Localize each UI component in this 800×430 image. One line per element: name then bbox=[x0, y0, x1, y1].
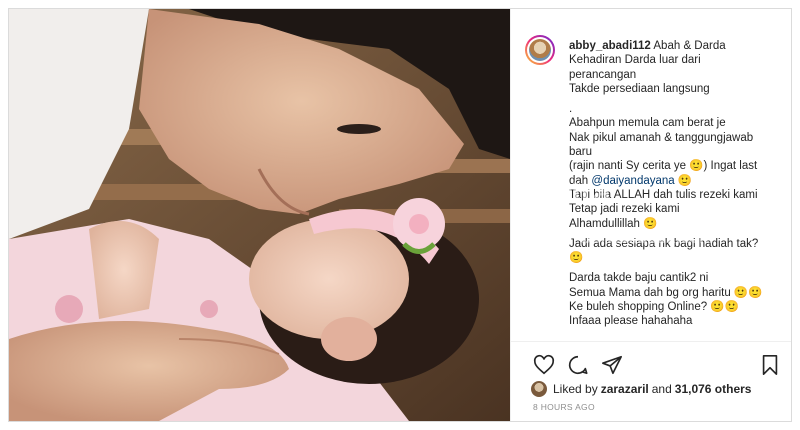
likes-count[interactable]: 31,076 others bbox=[675, 382, 752, 396]
watermark-url: beritakopak.com bbox=[581, 231, 714, 247]
caption-line: Kehadiran Darda luar dari bbox=[569, 54, 701, 67]
post-sidebar: abby_abadi112 Abah & Darda Kehadiran Dar… bbox=[510, 9, 791, 421]
caption-line: Takde persediaan langsung bbox=[569, 82, 710, 95]
user-avatar[interactable] bbox=[525, 35, 555, 65]
share-icon[interactable] bbox=[601, 354, 623, 381]
caption-line: Abah & Darda bbox=[653, 40, 726, 52]
username-link[interactable]: abby_abadi112 bbox=[569, 40, 651, 52]
photo-illustration bbox=[9, 9, 510, 421]
caption-line: baru bbox=[569, 146, 593, 159]
caption-line: . bbox=[569, 103, 573, 116]
caption-line: (rajin nanti Sy cerita ye 🙂) Ingat last bbox=[569, 160, 758, 173]
instagram-post: abby_abadi112 Abah & Darda Kehadiran Dar… bbox=[8, 8, 792, 422]
post-timestamp[interactable]: 8 HOURS AGO bbox=[533, 402, 595, 412]
caption-line: Semua Mama dah bg org haritu 🙂🙂 bbox=[569, 286, 763, 299]
liker-username[interactable]: zarazaril bbox=[601, 382, 649, 396]
post-photo[interactable] bbox=[9, 9, 510, 421]
caption-line: Alhamdullillah 🙂 bbox=[569, 217, 658, 230]
liker-avatar[interactable] bbox=[531, 381, 547, 397]
caption-line: Abahpun memula cam berat je bbox=[569, 117, 726, 130]
watermark-title: Berita bbox=[521, 179, 611, 209]
caption-line: Darda takde baju cantik2 ni bbox=[569, 272, 709, 285]
heart-icon[interactable] bbox=[533, 354, 555, 381]
caption-line: Ke buleh shopping Online? 🙂🙂 bbox=[569, 301, 739, 314]
caption-line: Infaaa please hahahaha bbox=[569, 315, 693, 328]
bookmark-icon[interactable] bbox=[759, 354, 781, 381]
caption-area: abby_abadi112 Abah & Darda Kehadiran Dar… bbox=[511, 9, 791, 339]
comment-icon[interactable] bbox=[567, 354, 589, 381]
likes-summary: Liked by zarazaril and 31,076 others bbox=[531, 381, 754, 397]
caption-line: 🙂 bbox=[569, 252, 584, 265]
caption-line: perancangan bbox=[569, 68, 637, 81]
caption-line: Nak pikul amanah & tanggungjawab bbox=[569, 131, 754, 144]
